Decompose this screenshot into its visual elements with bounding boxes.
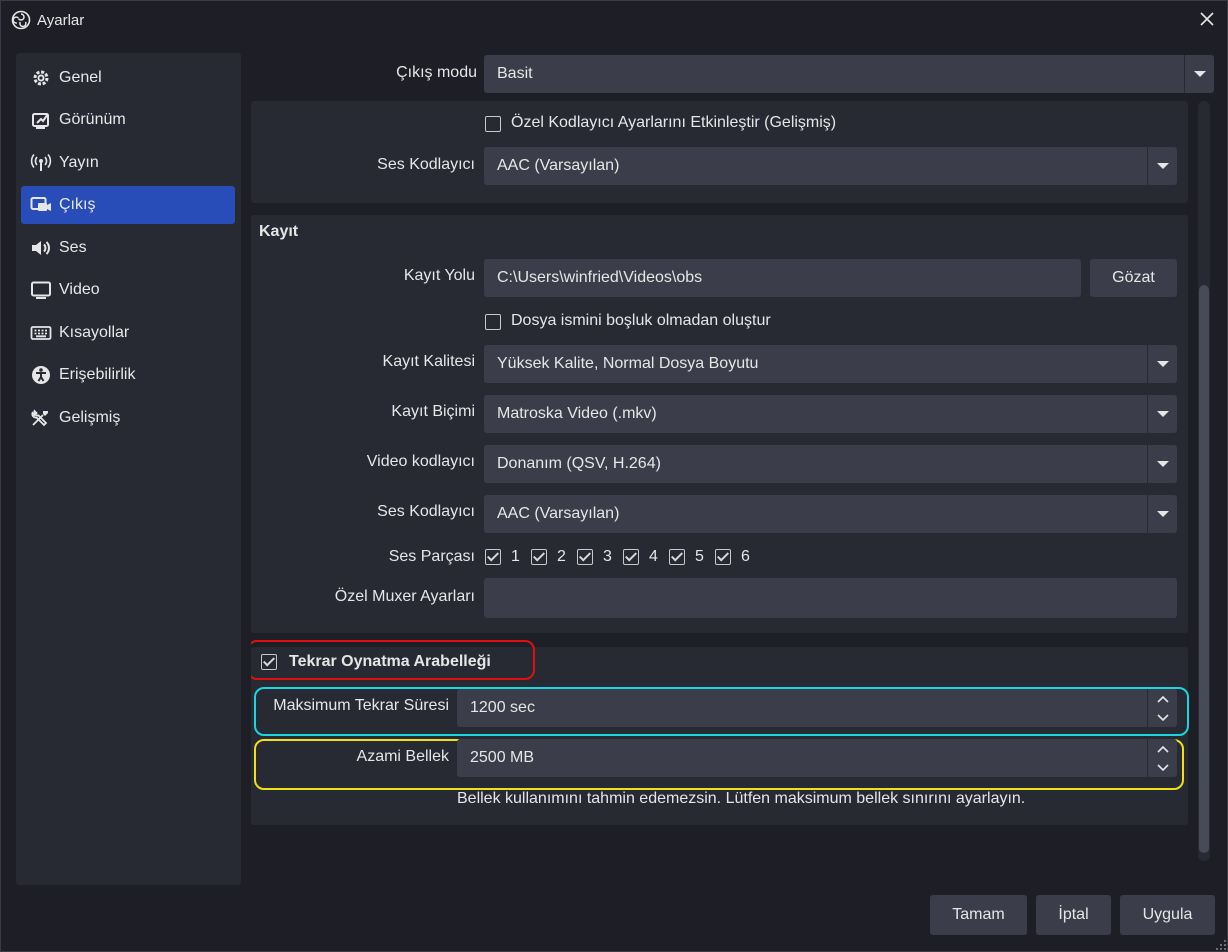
resize-grip-icon[interactable] [1215, 939, 1227, 951]
audio-track-3-checkbox[interactable] [577, 549, 593, 565]
chevron-down-icon [1184, 55, 1214, 93]
keyboard-icon [30, 322, 52, 344]
chevron-down-icon[interactable] [1148, 758, 1178, 777]
chevron-up-icon[interactable] [1148, 739, 1178, 758]
audio-track-label: Ses Parçası [388, 548, 475, 565]
speaker-icon [30, 237, 52, 259]
audio-track-1-checkbox[interactable] [485, 549, 501, 565]
muxer-settings-input[interactable] [484, 578, 1177, 618]
audio-track-4-checkbox[interactable] [623, 549, 639, 565]
sidebar-item-appearance[interactable]: Görünüm [21, 101, 235, 139]
no-space-filename-checkbox[interactable] [485, 314, 501, 330]
sidebar-item-general[interactable]: Genel [21, 59, 235, 97]
stream-audio-encoder-label: Ses Kodlayıcı [377, 156, 475, 173]
chevron-down-icon [1147, 495, 1177, 533]
sidebar-item-label: Yayın [59, 154, 99, 171]
cancel-button[interactable]: İptal [1036, 895, 1111, 935]
replay-buffer-label: Tekrar Oynatma Arabelleği [289, 653, 491, 670]
chevron-up-icon[interactable] [1148, 689, 1178, 708]
no-space-filename-label: Dosya ismini boşluk olmadan oluştur [511, 312, 771, 329]
monitor-icon [30, 279, 52, 301]
audio-track-5-label: 5 [695, 548, 704, 565]
chevron-down-icon [1147, 345, 1177, 383]
chevron-down-icon [1147, 445, 1177, 483]
audio-track-5-checkbox[interactable] [669, 549, 685, 565]
settings-sidebar: Genel Görünüm Yayın Çıkış Ses Video Kısa… [16, 53, 241, 885]
output-mode-select[interactable]: Basit [484, 55, 1214, 93]
max-memory-label: Azami Bellek [356, 748, 449, 765]
audio-track-2-label: 2 [557, 548, 566, 565]
max-memory-spinbox[interactable]: 2500 MB [457, 739, 1177, 777]
video-encoder-select[interactable]: Donanım (QSV, H.264) [484, 445, 1177, 483]
sidebar-item-output[interactable]: Çıkış [21, 186, 235, 224]
muxer-settings-label: Özel Muxer Ayarları [334, 588, 475, 605]
gear-icon [30, 67, 52, 89]
close-icon[interactable] [1197, 9, 1217, 29]
recording-path-label: Kayıt Yolu [403, 267, 475, 284]
audio-track-6-checkbox[interactable] [715, 549, 731, 565]
sidebar-item-label: Görünüm [59, 111, 126, 128]
audio-track-3-label: 3 [603, 548, 612, 565]
obs-logo-icon [11, 10, 31, 30]
recording-format-label: Kayıt Biçimi [391, 403, 475, 420]
sidebar-item-hotkeys[interactable]: Kısayollar [21, 314, 235, 352]
tools-icon [30, 407, 52, 429]
recording-quality-label: Kayıt Kalitesi [382, 353, 475, 370]
content-scrollbar[interactable] [1198, 101, 1210, 861]
stream-audio-encoder-select[interactable]: AAC (Varsayılan) [484, 147, 1177, 185]
output-icon [30, 194, 52, 216]
sidebar-item-label: Erişebilirlik [59, 366, 136, 383]
audio-track-1-label: 1 [511, 548, 520, 565]
recording-path-input[interactable]: C:\Users\winfried\Videos\obs [484, 259, 1081, 297]
audio-track-2-checkbox[interactable] [531, 549, 547, 565]
max-replay-time-spinbox[interactable]: 1200 sec [457, 689, 1177, 727]
rec-audio-encoder-label: Ses Kodlayıcı [377, 503, 475, 520]
sidebar-item-label: Genel [59, 69, 102, 86]
sidebar-item-video[interactable]: Video [21, 271, 235, 309]
recording-quality-select[interactable]: Yüksek Kalite, Normal Dosya Boyutu [484, 345, 1177, 383]
sidebar-item-stream[interactable]: Yayın [21, 144, 235, 182]
apply-button[interactable]: Uygula [1120, 895, 1215, 935]
chevron-down-icon [1147, 395, 1177, 433]
sidebar-item-label: Video [59, 281, 100, 298]
settings-content: Çıkış modu Basit Özel Kodlayıcı Ayarları… [251, 53, 1215, 865]
audio-track-6-label: 6 [741, 548, 750, 565]
video-encoder-label: Video kodlayıcı [366, 453, 475, 470]
sidebar-item-label: Kısayollar [59, 324, 130, 341]
rec-audio-encoder-select[interactable]: AAC (Varsayılan) [484, 495, 1177, 533]
browse-button[interactable]: Gözat [1090, 259, 1177, 297]
max-replay-time-label: Maksimum Tekrar Süresi [273, 697, 449, 714]
sidebar-item-audio[interactable]: Ses [21, 229, 235, 267]
sidebar-item-accessibility[interactable]: Erişebilirlik [21, 356, 235, 394]
sidebar-item-advanced[interactable]: Gelişmiş [21, 399, 235, 437]
audio-track-4-label: 4 [649, 548, 658, 565]
window-title: Ayarlar [37, 12, 85, 29]
chevron-down-icon[interactable] [1148, 708, 1178, 727]
sidebar-item-label: Çıkış [59, 196, 96, 213]
recording-heading: Kayıt [259, 223, 299, 240]
broadcast-icon [30, 152, 52, 174]
ok-button[interactable]: Tamam [930, 895, 1027, 935]
memory-warning-text: Bellek kullanımını tahmin edemezsin. Lüt… [457, 790, 1026, 807]
sidebar-item-label: Gelişmiş [59, 409, 121, 426]
accessibility-icon [30, 364, 52, 386]
title-bar: Ayarlar [1, 1, 1227, 39]
appearance-icon [30, 109, 52, 131]
recording-format-select[interactable]: Matroska Video (.mkv) [484, 395, 1177, 433]
custom-encoder-label: Özel Kodlayıcı Ayarlarını Etkinleştir (G… [511, 114, 837, 131]
output-mode-label: Çıkış modu [396, 64, 477, 81]
settings-window: Ayarlar Genel Görünüm Yayın Çıkış Ses Vi… [0, 0, 1228, 952]
sidebar-item-label: Ses [59, 239, 87, 256]
chevron-down-icon [1147, 147, 1177, 185]
replay-buffer-checkbox[interactable] [261, 654, 277, 670]
scrollbar-thumb[interactable] [1199, 285, 1209, 853]
custom-encoder-checkbox[interactable] [485, 116, 501, 132]
